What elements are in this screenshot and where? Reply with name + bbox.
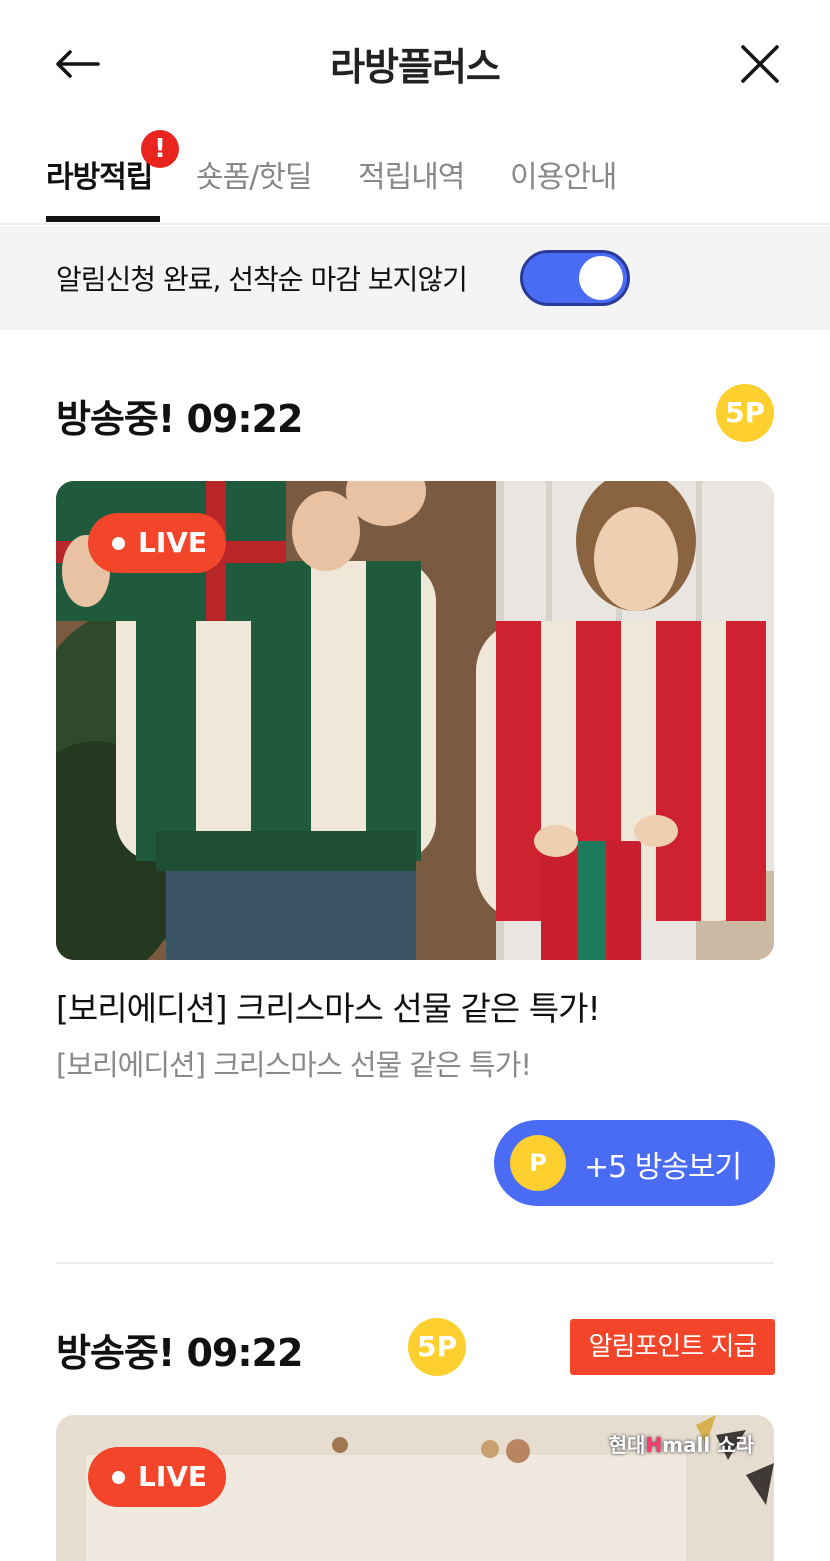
toggle-knob — [579, 256, 623, 300]
alarm-point-tag: 알림포인트 지급 — [570, 1319, 775, 1375]
tab-live-earn[interactable]: 라방적립 — [46, 152, 153, 196]
active-tab-indicator — [46, 216, 160, 222]
broadcast-thumbnail[interactable]: 현대Hmall 쇼라 LIVE — [56, 1415, 774, 1561]
live-dot-icon — [112, 537, 125, 550]
close-icon — [741, 45, 779, 83]
hide-closed-toggle[interactable] — [520, 250, 630, 306]
brand-watermark: 현대Hmall 쇼라 — [608, 1433, 754, 1457]
live-badge: LIVE — [88, 1447, 226, 1507]
live-dot-icon — [112, 1471, 125, 1484]
point-coin-icon: P — [510, 1135, 566, 1191]
header-bar: 라방플러스 — [0, 0, 830, 125]
point-badge: 5P — [716, 384, 774, 442]
tab-earn-history[interactable]: 적립내역 — [358, 152, 465, 196]
broadcast-subtitle: [보리에디션] 크리스마스 선물 같은 특가! — [56, 1048, 532, 1082]
broadcast-title[interactable]: [보리에디션] 크리스마스 선물 같은 특가! — [56, 982, 601, 1030]
watch-broadcast-button[interactable]: P +5 방송보기 — [494, 1120, 775, 1206]
tab-bar: 라방적립 숏폼/핫딜 적립내역 이용안내 — [0, 130, 830, 225]
page-title: 라방플러스 — [330, 45, 501, 89]
card-divider — [56, 1262, 774, 1264]
broadcast-status: 방송중! 09:22 — [56, 397, 303, 441]
live-label: LIVE — [138, 526, 208, 559]
alert-badge: ! — [141, 130, 179, 168]
broadcast-thumbnail[interactable]: LIVE — [56, 481, 774, 960]
live-label: LIVE — [138, 1460, 208, 1493]
notice-bar: 알림신청 완료, 선착순 마감 보지않기 — [0, 226, 830, 330]
live-badge: LIVE — [88, 513, 226, 573]
point-badge: 5P — [408, 1318, 466, 1376]
close-button[interactable] — [734, 38, 786, 90]
broadcast-status: 방송중! 09:22 — [56, 1331, 303, 1375]
tab-guide[interactable]: 이용안내 — [510, 152, 617, 196]
notice-text: 알림신청 완료, 선착순 마감 보지않기 — [56, 263, 468, 296]
tab-shortform-hotdeal[interactable]: 숏폼/핫딜 — [196, 152, 313, 196]
watch-button-label: +5 방송보기 — [584, 1150, 742, 1185]
